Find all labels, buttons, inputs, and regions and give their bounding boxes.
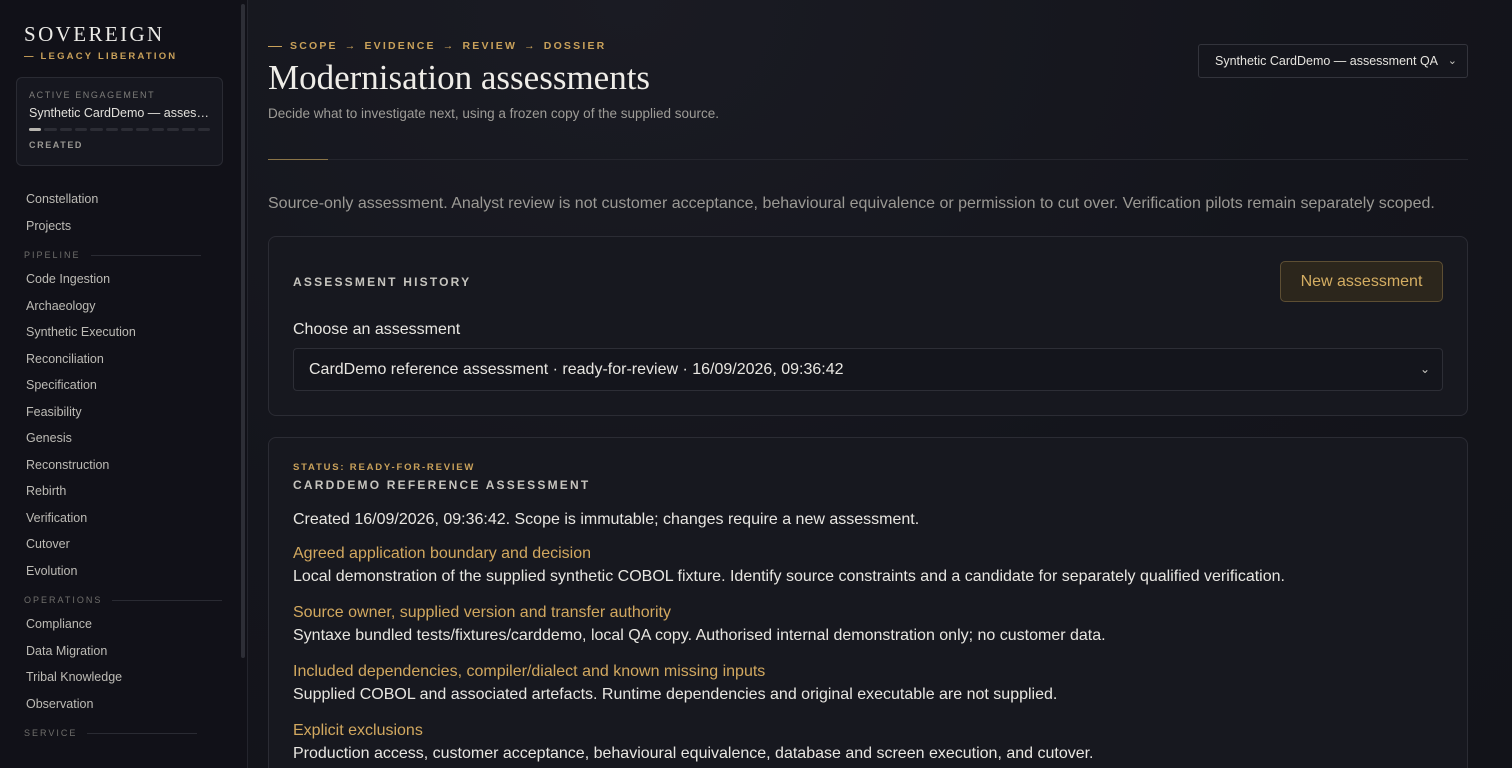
sidebar-item-archaeology[interactable]: Archaeology — [16, 293, 247, 320]
progress-segment — [59, 128, 72, 131]
new-assessment-button[interactable]: New assessment — [1280, 261, 1443, 302]
active-engagement-card[interactable]: ACTIVE ENGAGEMENT Synthetic CardDemo — a… — [16, 77, 223, 166]
header-divider — [268, 159, 1468, 160]
breadcrumb-scope: SCOPE — [290, 40, 338, 52]
engagement-select-value: Synthetic CardDemo — assessment QA — [1215, 54, 1438, 68]
arrow-right-icon: → — [524, 40, 537, 52]
engagement-status: CREATED — [29, 140, 84, 150]
sidebar-item-tribal-knowledge[interactable]: Tribal Knowledge — [16, 664, 247, 691]
scope-field-title: Source owner, supplied version and trans… — [293, 604, 671, 621]
breadcrumb-dossier: DOSSIER — [543, 40, 607, 52]
scope-field-value: Production access, customer acceptance, … — [293, 745, 1094, 762]
progress-segment — [197, 128, 210, 131]
scope-field: Source owner, supplied version and trans… — [293, 603, 1443, 647]
section-divider — [87, 732, 198, 734]
sidebar-item-code-ingestion[interactable]: Code Ingestion — [16, 266, 247, 293]
scope-field-title: Included dependencies, compiler/dialect … — [293, 663, 766, 680]
nav-section-service: SERVICE — [24, 726, 247, 740]
sidebar-item-evolution[interactable]: Evolution — [16, 558, 247, 585]
nav-section-pipeline: PIPELINE — [24, 248, 247, 262]
scope-field: Included dependencies, compiler/dialect … — [293, 662, 1443, 706]
sidebar-item-reconciliation[interactable]: Reconciliation — [16, 346, 247, 373]
nav-section-label: OPERATIONS — [24, 595, 103, 605]
scope-field-value: Local demonstration of the supplied synt… — [293, 568, 1285, 585]
scope-notice: Source-only assessment. Analyst review i… — [268, 195, 1435, 212]
arrow-right-icon: → — [442, 40, 456, 52]
app-shell: SOVEREIGN — LEGACY LIBERATION ACTIVE ENG… — [0, 0, 1512, 768]
choose-assessment-label: Choose an assessment — [293, 321, 461, 338]
sidebar-item-compliance[interactable]: Compliance — [16, 611, 247, 638]
progress-segment — [120, 128, 134, 131]
scope-field: Explicit exclusions Production access, c… — [293, 721, 1443, 765]
sidebar-item-observation[interactable]: Observation — [16, 691, 247, 718]
chevron-down-icon: ⌄ — [1419, 362, 1430, 376]
sidebar-nav: Constellation Projects PIPELINE Code Ing… — [16, 186, 247, 740]
progress-segment — [29, 128, 42, 131]
sidebar-item-projects[interactable]: Projects — [16, 213, 247, 240]
assessment-select-value: CardDemo reference assessment · ready-fo… — [309, 360, 844, 378]
sidebar-item-synthetic-execution[interactable]: Synthetic Execution — [16, 319, 247, 346]
main-content: SCOPE → EVIDENCE → REVIEW → DOSSIER Mode… — [248, 0, 1512, 768]
engagement-select[interactable]: Synthetic CardDemo — assessment QA ⌄ — [1198, 44, 1468, 78]
breadcrumb-evidence: EVIDENCE — [364, 40, 436, 52]
brand: SOVEREIGN — LEGACY LIBERATION — [16, 0, 247, 62]
scope-field: Agreed application boundary and decision… — [293, 544, 1443, 588]
status-badge: STATUS: READY-FOR-REVIEW — [293, 462, 476, 473]
sidebar-item-reconstruction[interactable]: Reconstruction — [16, 452, 247, 479]
sidebar-item-data-migration[interactable]: Data Migration — [16, 638, 247, 665]
sidebar-item-rebirth[interactable]: Rebirth — [16, 478, 247, 505]
assessment-title: CARDDEMO REFERENCE ASSESSMENT — [293, 478, 591, 492]
progress-segment — [44, 128, 57, 131]
nav-section-label: PIPELINE — [24, 250, 81, 260]
sidebar: SOVEREIGN — LEGACY LIBERATION ACTIVE ENG… — [0, 0, 248, 768]
sidebar-item-verification[interactable]: Verification — [16, 505, 247, 532]
brand-subtitle: — LEGACY LIBERATION — [24, 51, 178, 62]
sidebar-scrollbar[interactable] — [241, 4, 245, 658]
progress-segment — [151, 128, 164, 131]
sidebar-item-constellation[interactable]: Constellation — [16, 186, 247, 213]
scope-field-value: Syntaxe bundled tests/fixtures/carddemo,… — [293, 627, 1106, 644]
sidebar-item-feasibility[interactable]: Feasibility — [16, 399, 247, 426]
nav-section-label: SERVICE — [24, 728, 78, 738]
progress-segment — [74, 128, 88, 131]
chevron-down-icon: ⌄ — [1447, 55, 1457, 67]
page-subtitle: Decide what to investigate next, using a… — [268, 106, 720, 121]
section-divider — [112, 599, 223, 601]
engagement-progress — [29, 128, 210, 131]
assessment-history-heading: ASSESSMENT HISTORY — [293, 275, 472, 289]
arrow-right-icon: → — [344, 40, 358, 52]
scope-field-title: Agreed application boundary and decision — [293, 545, 591, 562]
progress-segment — [182, 128, 195, 131]
progress-segment — [90, 128, 103, 131]
assessment-select[interactable]: CardDemo reference assessment · ready-fo… — [293, 348, 1443, 391]
assessment-history-card: ASSESSMENT HISTORY New assessment Choose… — [268, 236, 1468, 416]
sidebar-item-genesis[interactable]: Genesis — [16, 425, 247, 452]
engagement-name: Synthetic CardDemo — assessment QA — [29, 106, 210, 120]
scope-field-title: Explicit exclusions — [293, 722, 423, 739]
sidebar-item-specification[interactable]: Specification — [16, 372, 247, 399]
breadcrumb-review: REVIEW — [462, 40, 518, 52]
progress-segment — [166, 128, 180, 131]
scope-field-value: Supplied COBOL and associated artefacts.… — [293, 686, 1058, 703]
assessment-created: Created 16/09/2026, 09:36:42. Scope is i… — [293, 511, 920, 528]
progress-segment — [136, 128, 149, 131]
assessment-detail-card: STATUS: READY-FOR-REVIEW CARDDEMO REFERE… — [268, 437, 1468, 768]
engagement-label: ACTIVE ENGAGEMENT — [29, 90, 156, 100]
sidebar-item-cutover[interactable]: Cutover — [16, 531, 247, 558]
nav-section-operations: OPERATIONS — [24, 593, 247, 607]
progress-segment — [105, 128, 118, 131]
section-divider — [90, 254, 201, 256]
brand-name: SOVEREIGN — [24, 22, 165, 46]
breadcrumb-dash — [268, 45, 282, 47]
